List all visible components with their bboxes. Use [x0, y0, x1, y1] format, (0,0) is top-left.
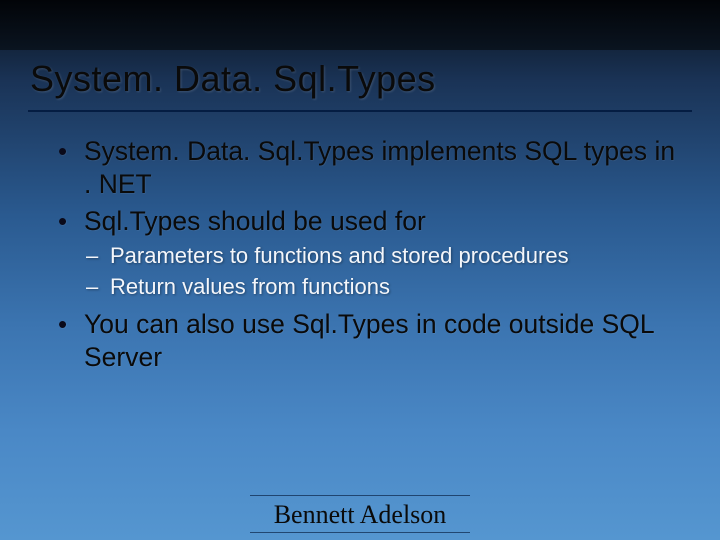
bullet-item: You can also use Sql.Types in code outsi…	[54, 308, 680, 374]
bullet-text: You can also use Sql.Types in code outsi…	[84, 309, 654, 372]
footer-text: Bennett Adelson	[0, 500, 720, 530]
bullet-text: System. Data. Sql.Types implements SQL t…	[84, 136, 675, 199]
bullet-text: Sql.Types should be used for	[84, 206, 426, 236]
title-underline	[28, 110, 692, 112]
bullet-item: System. Data. Sql.Types implements SQL t…	[54, 135, 680, 201]
slide-content: System. Data. Sql.Types implements SQL t…	[54, 135, 680, 378]
bullet-item: Sql.Types should be used for Parameters …	[54, 205, 680, 301]
sub-bullet-item: Parameters to functions and stored proce…	[84, 242, 680, 271]
footer-divider-bottom	[250, 532, 470, 533]
slide-title: System. Data. Sql.Types	[30, 58, 436, 100]
title-bar	[0, 0, 720, 50]
footer-divider-top	[250, 495, 470, 496]
sub-bullet-item: Return values from functions	[84, 273, 680, 302]
